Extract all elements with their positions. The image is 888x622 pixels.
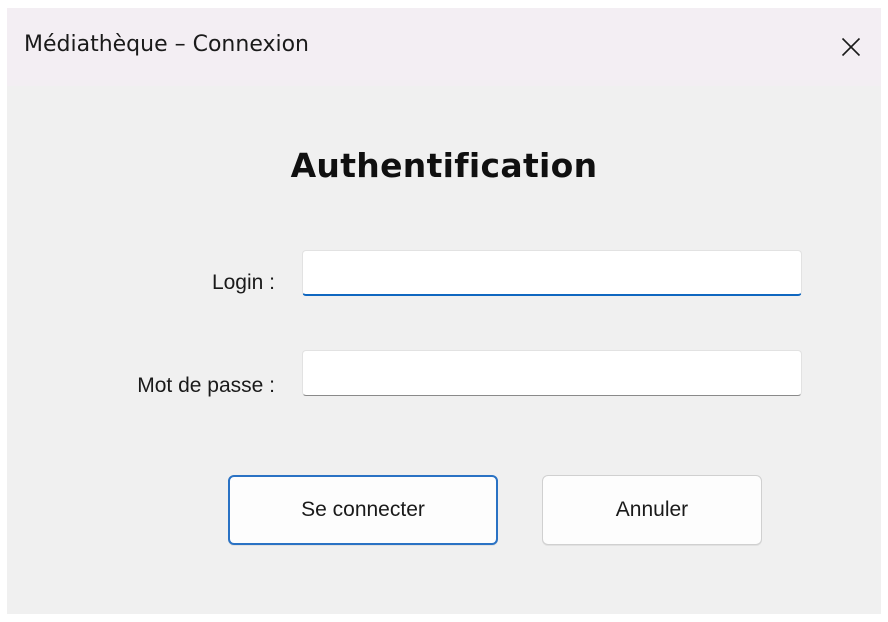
title-bar[interactable]: Médiathèque – Connexion: [7, 8, 881, 86]
connect-button[interactable]: Se connecter: [228, 475, 498, 545]
password-input[interactable]: [302, 350, 802, 396]
close-icon: [841, 37, 861, 57]
close-button[interactable]: [821, 8, 881, 86]
form-heading: Authentification: [290, 146, 598, 185]
login-label: Login :: [211, 271, 275, 294]
password-label: Mot de passe :: [137, 374, 275, 397]
login-input[interactable]: [302, 250, 802, 296]
login-window: Médiathèque – Connexion Authentification…: [7, 8, 881, 614]
window-title: Médiathèque – Connexion: [24, 32, 310, 57]
cancel-button[interactable]: Annuler: [542, 475, 762, 545]
